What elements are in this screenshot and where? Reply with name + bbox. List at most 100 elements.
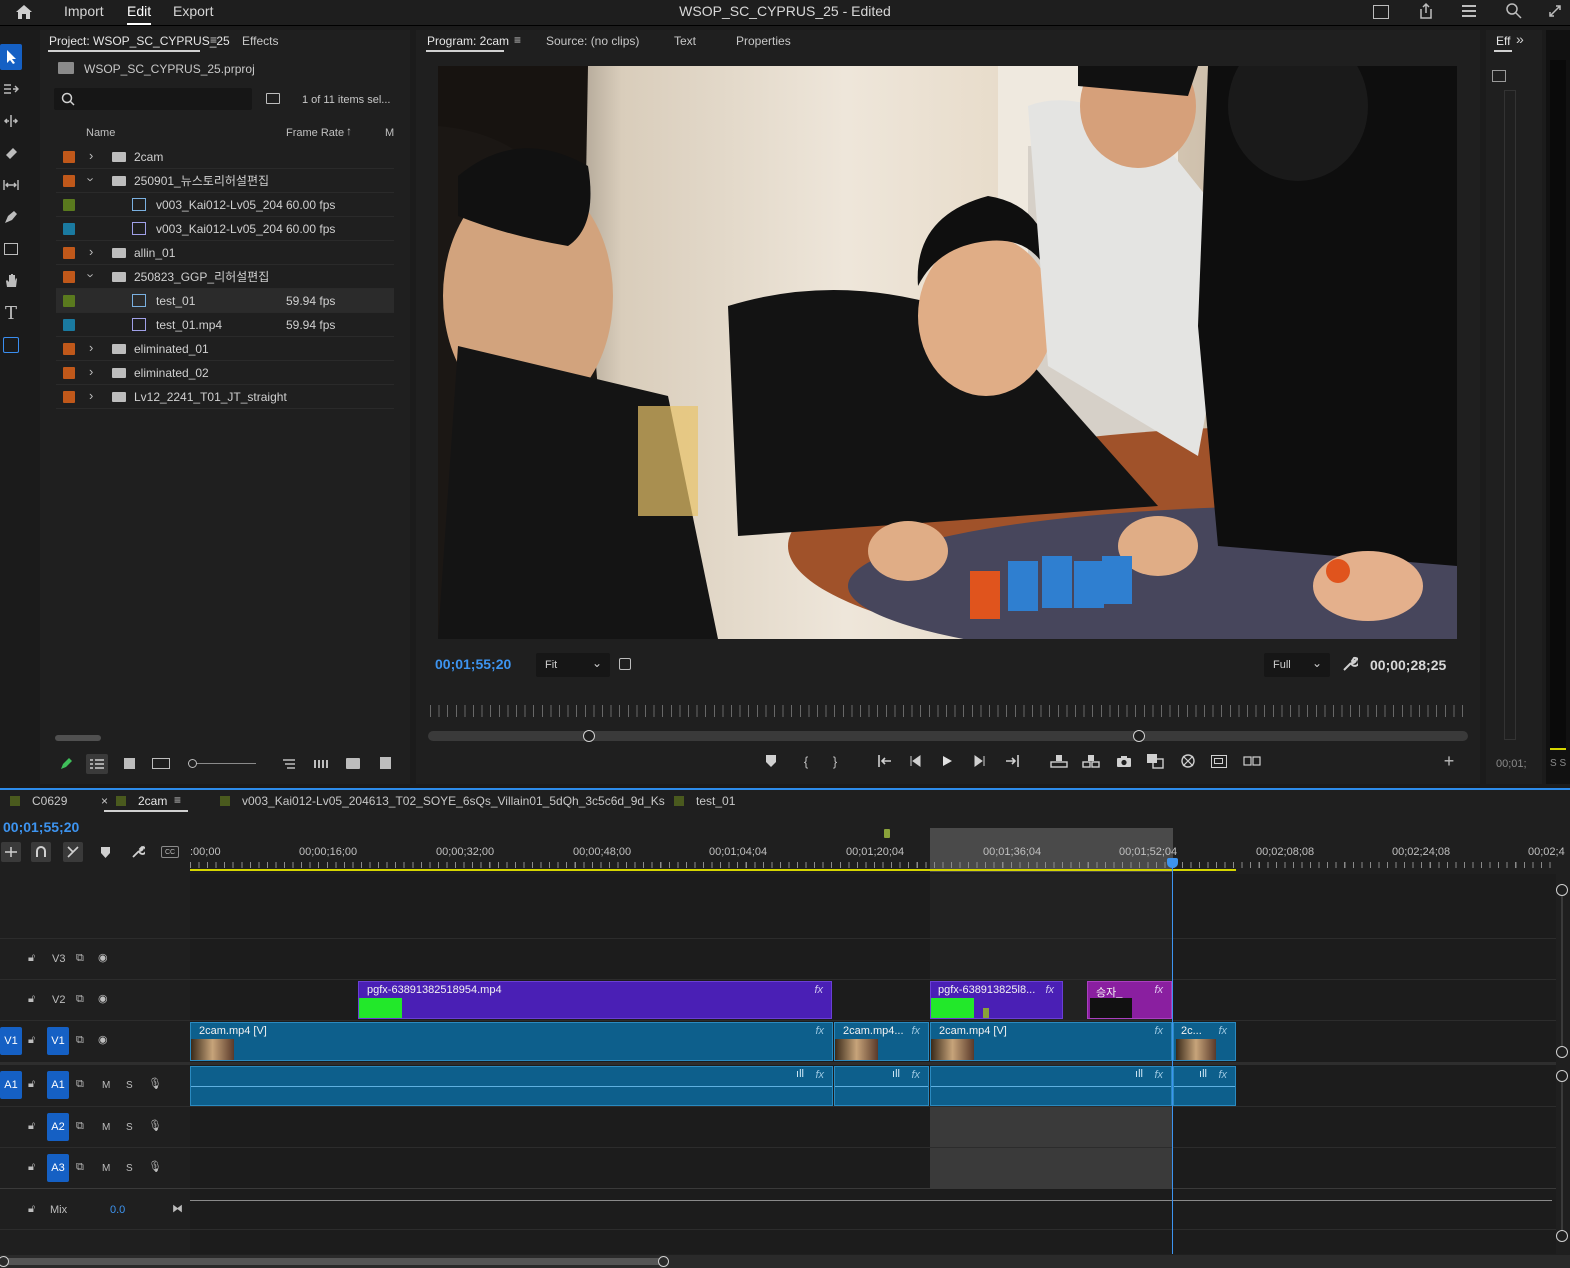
pen-tool-icon[interactable]: [0, 204, 22, 230]
playhead-handle[interactable]: [1167, 858, 1178, 868]
safe-margins-icon[interactable]: [1209, 752, 1229, 770]
playhead-timecode[interactable]: 00;01;55;20: [435, 656, 511, 672]
mute-button[interactable]: M: [102, 1080, 110, 1091]
fullscreen-icon[interactable]: [1547, 3, 1563, 19]
a1-audio-clip[interactable]: ıll fx: [834, 1066, 929, 1106]
a1-audio-clip[interactable]: ıll fx: [930, 1066, 1172, 1106]
lock-icon[interactable]: 🔓︎: [28, 1034, 35, 1047]
label-color[interactable]: [63, 151, 75, 163]
list-item[interactable]: › 250823_GGP_리허설편집: [56, 265, 394, 289]
extract-icon[interactable]: [1081, 752, 1101, 770]
zoom-dropdown[interactable]: Fit ⌄: [536, 653, 610, 677]
source-patch-a1[interactable]: A1: [0, 1071, 22, 1099]
captions-icon[interactable]: CC: [161, 846, 179, 858]
target-track-a2[interactable]: A2: [47, 1113, 69, 1141]
v2-graphic-clip[interactable]: pgfx-638913825l8... fx: [930, 981, 1063, 1019]
list-item[interactable]: › eliminated_02: [56, 361, 394, 385]
insert-nest-icon[interactable]: [1, 842, 21, 862]
track-select-tool-icon[interactable]: [0, 76, 22, 102]
label-color[interactable]: [63, 319, 75, 331]
tab-effects[interactable]: Effects: [242, 34, 278, 48]
wrench-icon[interactable]: [1342, 656, 1360, 672]
scroll-thumb[interactable]: [4, 1258, 664, 1265]
source-patch-v1[interactable]: V1: [0, 1027, 22, 1055]
comparison-view-icon[interactable]: [1145, 752, 1165, 770]
tab-program[interactable]: Program: 2cam: [427, 34, 509, 48]
mark-out-icon[interactable]: }: [826, 752, 844, 770]
share-icon[interactable]: [1418, 2, 1434, 20]
zoom-slider-handle[interactable]: [188, 759, 197, 768]
sync-lock-icon[interactable]: ⧉: [76, 952, 84, 965]
multicam-icon[interactable]: [1178, 752, 1198, 770]
lock-icon[interactable]: 🔓︎: [28, 1120, 35, 1133]
list-item[interactable]: › 250901_뉴스토리허설편집: [56, 169, 394, 193]
col-m-header[interactable]: M: [385, 127, 394, 139]
list-item[interactable]: › eliminated_01: [56, 337, 394, 361]
chevron-right-icon[interactable]: ›: [89, 148, 93, 163]
tab-effect-controls[interactable]: Eff: [1496, 34, 1510, 48]
lock-icon[interactable]: 🔓︎: [28, 1161, 35, 1174]
v2-graphic-clip[interactable]: pgfx-63891382518954.mp4 fx: [358, 981, 832, 1019]
mix-pan-icon[interactable]: ⧓: [172, 1202, 183, 1215]
eye-icon[interactable]: ◉: [98, 992, 108, 1005]
video-preview[interactable]: [438, 66, 1457, 639]
write-icon[interactable]: [59, 757, 73, 771]
sync-lock-icon[interactable]: ⧉: [76, 1034, 84, 1047]
list-item[interactable]: v003_Kai012-Lv05_204 60.00 fps: [56, 193, 394, 217]
col-name-header[interactable]: Name: [86, 127, 115, 139]
video-scroll-track[interactable]: [1561, 896, 1563, 1046]
timeline-timecode[interactable]: 00;01;55;20: [3, 819, 79, 835]
scroll-handle-left[interactable]: [583, 730, 595, 742]
add-marker-icon[interactable]: [97, 844, 113, 860]
label-color[interactable]: [63, 343, 75, 355]
sync-lock-icon[interactable]: ⧉: [76, 1161, 84, 1174]
lock-icon[interactable]: 🔓︎: [28, 1203, 35, 1216]
solo-button[interactable]: S: [126, 1163, 133, 1174]
step-back-icon[interactable]: [907, 752, 925, 770]
mute-button[interactable]: M: [102, 1163, 110, 1174]
label-color[interactable]: [63, 271, 75, 283]
label-color[interactable]: [63, 199, 75, 211]
type-tool-icon[interactable]: T: [0, 300, 22, 326]
new-search-bin-icon[interactable]: [266, 93, 280, 104]
list-item[interactable]: test_01.mp4 59.94 fps: [56, 313, 394, 337]
playhead-line[interactable]: [1172, 860, 1173, 1254]
panel-toggle-icon[interactable]: [1492, 70, 1506, 82]
sequence-marker-icon[interactable]: [884, 829, 890, 838]
lock-icon[interactable]: 🔓︎: [28, 993, 35, 1006]
zoom-slider[interactable]: [188, 759, 256, 768]
sort-icon[interactable]: [282, 758, 296, 770]
sync-lock-icon[interactable]: ⧉: [76, 993, 84, 1006]
add-button-icon[interactable]: +: [1440, 751, 1458, 771]
col-frame-rate-header[interactable]: Frame Rate: [286, 127, 344, 139]
audio-scroll-handle-top[interactable]: [1556, 1070, 1568, 1082]
video-scroll-handle-top[interactable]: [1556, 884, 1568, 896]
label-color[interactable]: [63, 367, 75, 379]
lock-icon[interactable]: 🔓︎: [28, 952, 35, 965]
quality-dropdown[interactable]: Full ⌄: [1264, 653, 1330, 677]
chevron-down-icon[interactable]: ›: [84, 177, 99, 181]
label-color[interactable]: [63, 247, 75, 259]
chevron-down-icon[interactable]: ›: [84, 273, 99, 277]
add-marker-icon[interactable]: [762, 752, 780, 770]
edit-tool-icon[interactable]: [0, 332, 22, 358]
tab-source[interactable]: Source: (no clips): [546, 34, 639, 48]
label-color[interactable]: [63, 175, 75, 187]
step-forward-icon[interactable]: [970, 752, 988, 770]
list-item[interactable]: › allin_01: [56, 241, 394, 265]
solo-button[interactable]: S: [126, 1122, 133, 1133]
target-track-v1[interactable]: V1: [47, 1027, 69, 1055]
sync-lock-icon[interactable]: ⧉: [76, 1078, 84, 1091]
go-to-in-icon[interactable]: [875, 752, 895, 770]
target-track-a3[interactable]: A3: [47, 1154, 69, 1182]
list-view-icon[interactable]: [86, 754, 108, 774]
label-color[interactable]: [63, 391, 75, 403]
export-frame-icon[interactable]: [1114, 752, 1134, 770]
chevron-right-icon[interactable]: ›: [89, 340, 93, 355]
expand-panels-icon[interactable]: »: [1516, 31, 1524, 47]
linked-selection-icon[interactable]: [63, 842, 83, 862]
v1-video-clip[interactable]: 2cam.mp4 [V] fx: [190, 1022, 833, 1061]
a1-audio-clip[interactable]: ıll fx: [190, 1066, 833, 1106]
go-to-out-icon[interactable]: [1002, 752, 1022, 770]
selection-tool-icon[interactable]: [0, 44, 22, 70]
